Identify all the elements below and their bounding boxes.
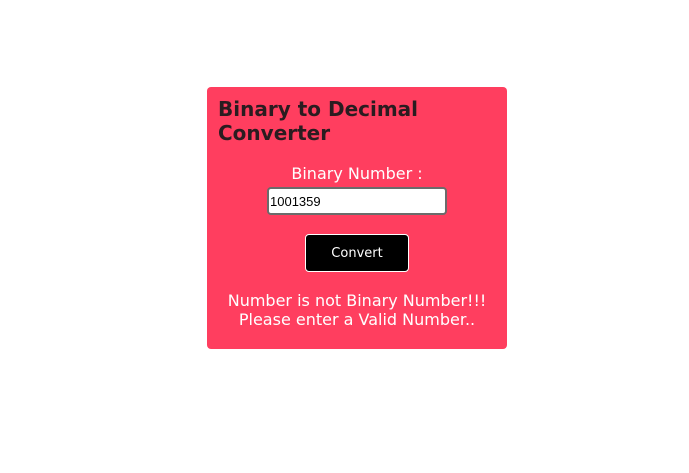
result-message: Number is not Binary Number!!! Please en… <box>207 291 507 329</box>
binary-number-input[interactable] <box>267 187 447 215</box>
convert-button[interactable]: Convert <box>305 234 409 272</box>
result-message-line-2: Please enter a Valid Number.. <box>238 310 476 329</box>
page-title: Binary to Decimal Converter <box>218 97 419 145</box>
binary-number-label: Binary Number : <box>291 164 423 183</box>
result-message-line-1: Number is not Binary Number!!! <box>227 291 487 310</box>
converter-card: Binary to Decimal Converter Binary Numbe… <box>207 87 507 349</box>
